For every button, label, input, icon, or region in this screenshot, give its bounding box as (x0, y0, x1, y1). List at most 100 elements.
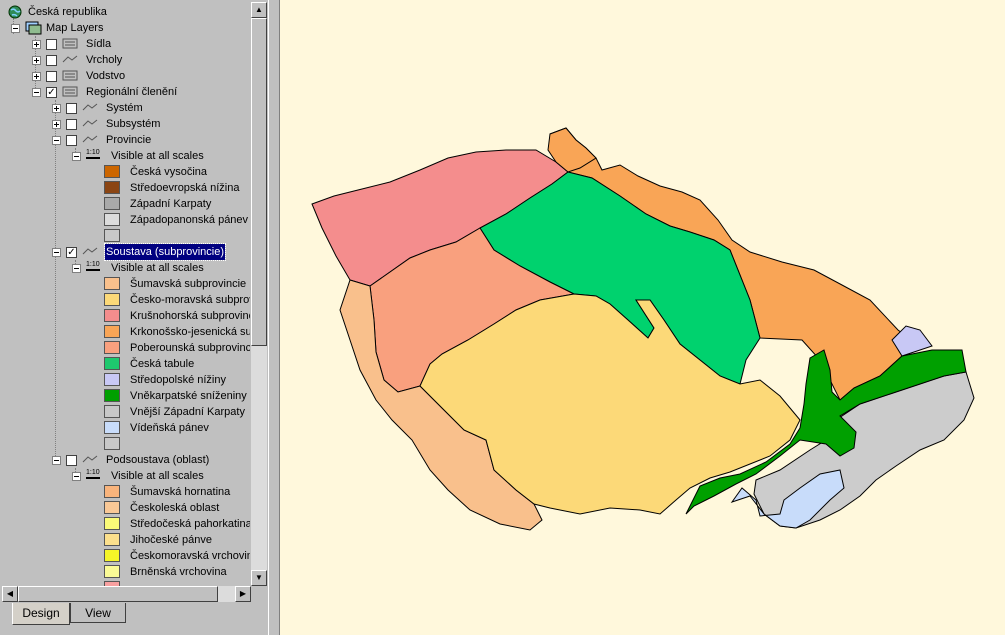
collapse-icon[interactable] (11, 24, 20, 33)
tree-vertical-scrollbar[interactable]: ▲ ▼ (251, 2, 267, 586)
legend-swatch (104, 213, 120, 226)
collapse-icon[interactable] (72, 472, 81, 481)
legend-label: Vnější Západní Karpaty (130, 406, 245, 418)
legend-label: Krušnohorská subprovinc (130, 310, 250, 322)
tree-root-label: Česká republika (28, 6, 107, 18)
map-layers-icon (25, 21, 42, 35)
legend-swatch (104, 389, 120, 402)
legend-label: Českomoravská vrchovin (130, 550, 250, 562)
collapse-icon[interactable] (52, 136, 61, 145)
layer-checkbox[interactable] (46, 39, 57, 50)
legend-swatch (104, 325, 120, 338)
layer-label: Provincie (106, 134, 152, 146)
point-layer-icon (62, 38, 78, 49)
tree-map-layers-label: Map Layers (46, 22, 104, 34)
scroll-left-arrow-icon[interactable]: ◀ (2, 586, 18, 602)
legend-swatch (104, 181, 120, 194)
legend-label: Západní Karpaty (130, 198, 212, 210)
legend-swatch (104, 373, 120, 386)
legend-swatch (104, 357, 120, 370)
layer-label: Sídla (86, 38, 112, 50)
legend-label: Česká vysočina (130, 166, 208, 178)
legend-label: Česko-moravská subprov (130, 294, 250, 306)
layer-label: Vrcholy (86, 54, 123, 66)
scroll-thumb[interactable] (18, 586, 218, 602)
legend-swatch (104, 405, 120, 418)
collapse-icon[interactable] (52, 248, 61, 257)
scale-label: Visible at all scales (111, 150, 204, 162)
tree-horizontal-scrollbar[interactable]: ◀ ▶ (2, 586, 251, 602)
legend-swatch (104, 533, 120, 546)
scale-label: Visible at all scales (111, 470, 204, 482)
legend-label: Středoevropská nížina (130, 182, 240, 194)
layer-tree[interactable]: Česká republika Map Layers Sídla Vrcholy (2, 2, 250, 586)
collapse-icon[interactable] (72, 152, 81, 161)
layer-checkbox[interactable] (66, 119, 77, 130)
line-layer-icon (82, 135, 98, 143)
legend-swatch (104, 421, 120, 434)
layer-label: Regionální členění (86, 86, 178, 98)
legend-swatch (104, 165, 120, 178)
scroll-up-arrow-icon[interactable]: ▲ (251, 2, 267, 18)
line-layer-icon (82, 119, 98, 127)
polygon-layer-icon (62, 86, 78, 97)
expand-icon[interactable] (32, 56, 41, 65)
legend-label: Česká tabule (130, 358, 195, 370)
scale-icon: 1:10 (86, 148, 100, 159)
panel-splitter[interactable] (268, 0, 280, 635)
legend-label: Středočeská pahorkatina (130, 518, 250, 530)
scroll-thumb[interactable] (251, 18, 267, 346)
expand-icon[interactable] (32, 72, 41, 81)
legend-swatch (104, 549, 120, 562)
legend-label: Šumavská hornatina (130, 486, 231, 498)
layer-label: Systém (106, 102, 143, 114)
legend-label: Šumavská subprovincie (130, 278, 247, 290)
legend-swatch (104, 517, 120, 530)
collapse-icon[interactable] (52, 456, 61, 465)
globe-icon (8, 5, 22, 19)
collapse-icon[interactable] (32, 88, 41, 97)
legend-label: Českoleská oblast (130, 502, 220, 514)
scale-label: Visible at all scales (111, 262, 204, 274)
tree-line (55, 100, 56, 462)
legend-label: Západopanonská pánev (130, 214, 249, 226)
collapse-icon[interactable] (72, 264, 81, 273)
layer-label: Podsoustava (oblast) (106, 454, 210, 466)
legend-label: Poberounská subprovinci (130, 342, 250, 354)
expand-icon[interactable] (52, 120, 61, 129)
tab-design[interactable]: Design (12, 603, 70, 625)
legend-swatch (104, 341, 120, 354)
legend-swatch (104, 501, 120, 514)
legend-label: Středopolské nížiny (130, 374, 226, 386)
layer-checkbox[interactable] (66, 135, 77, 146)
tab-bar: Design View (0, 603, 276, 635)
legend-swatch (104, 437, 120, 450)
legend-swatch (104, 485, 120, 498)
layer-label: Subsystém (106, 118, 161, 130)
expand-icon[interactable] (32, 40, 41, 49)
layer-checkbox-checked[interactable]: ✓ (46, 87, 57, 98)
tab-view[interactable]: View (70, 603, 126, 623)
layer-label-selected[interactable]: Soustava (subprovincie) (103, 243, 227, 261)
map-view[interactable] (280, 0, 1005, 635)
line-layer-icon (82, 103, 98, 111)
legend-swatch (104, 277, 120, 290)
map-canvas[interactable] (280, 0, 1005, 635)
legend-label: Brněnská vrchovina (130, 566, 227, 578)
layer-checkbox[interactable] (66, 103, 77, 114)
legend-swatch (104, 293, 120, 306)
legend-swatch (104, 197, 120, 210)
line-layer-icon (82, 247, 98, 255)
layer-checkbox[interactable] (46, 55, 57, 66)
legend-label: Jihočeské pánve (130, 534, 212, 546)
layer-checkbox[interactable] (66, 455, 77, 466)
legend-label: Krkonošsko-jesenická sul (130, 326, 250, 338)
expand-icon[interactable] (52, 104, 61, 113)
legend-swatch (104, 309, 120, 322)
layer-checkbox[interactable] (46, 71, 57, 82)
legend-label: Vněkarpatské sníženiny (130, 390, 247, 402)
layer-tree-panel: Česká republika Map Layers Sídla Vrcholy (0, 0, 268, 603)
scroll-down-arrow-icon[interactable]: ▼ (251, 570, 267, 586)
layer-checkbox-checked[interactable]: ✓ (66, 247, 77, 258)
scroll-right-arrow-icon[interactable]: ▶ (235, 586, 251, 602)
